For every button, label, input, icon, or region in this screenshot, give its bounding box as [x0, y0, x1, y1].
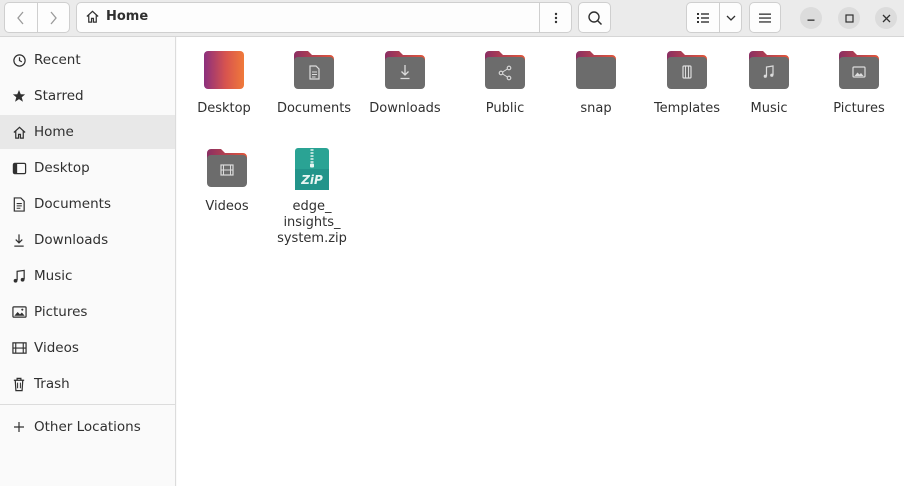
sidebar-item-home[interactable]: Home — [0, 115, 175, 149]
sidebar-item-label: Trash — [34, 376, 70, 392]
maximize-button[interactable] — [838, 7, 860, 29]
close-button[interactable] — [875, 7, 897, 29]
documents-folder-icon — [294, 51, 334, 89]
file-view: Desktop Documents Downloads Public snap … — [177, 37, 904, 486]
sidebar-item-downloads[interactable]: Downloads — [0, 223, 175, 257]
downloads-folder-icon — [385, 51, 425, 89]
file-item-music[interactable]: Music — [723, 49, 815, 117]
chevron-down-icon — [726, 15, 735, 21]
sidebar-item-other-locations[interactable]: Other Locations — [0, 410, 175, 444]
file-label: Videos — [205, 199, 249, 214]
search-icon — [587, 10, 602, 25]
sidebar-item-videos[interactable]: Videos — [0, 331, 175, 365]
document-icon — [11, 196, 27, 212]
home-icon — [11, 124, 27, 140]
location-title: Home — [106, 9, 149, 24]
home-icon — [86, 10, 99, 23]
plus-icon — [11, 419, 27, 435]
file-label: Documents — [276, 101, 352, 116]
file-item-edge-insights-zip[interactable]: ZiP edge_ insights_ system.zip — [266, 147, 358, 247]
file-label: Templates — [653, 101, 721, 116]
sidebar-item-documents[interactable]: Documents — [0, 187, 175, 221]
film-icon — [11, 340, 27, 356]
view-toggle-group — [686, 2, 742, 33]
sidebar-item-label: Videos — [34, 340, 79, 356]
file-label: Public — [485, 101, 525, 116]
breadcrumb[interactable]: Home — [85, 9, 148, 24]
zip-archive-icon: ZiP — [295, 148, 329, 190]
list-view-button[interactable] — [687, 3, 719, 32]
folder-icon — [576, 51, 616, 89]
sidebar-item-pictures[interactable]: Pictures — [0, 295, 175, 329]
header-bar: Home — [0, 0, 904, 37]
chevron-right-icon — [50, 11, 58, 24]
vertical-dots-icon — [554, 12, 557, 23]
forward-button[interactable] — [36, 3, 69, 32]
sidebar-item-label: Documents — [34, 196, 111, 212]
sidebar-item-label: Desktop — [34, 160, 90, 176]
sidebar-item-label: Starred — [34, 88, 84, 104]
sidebar-item-recent[interactable]: Recent — [0, 43, 175, 77]
minimize-icon — [807, 19, 815, 21]
file-item-pictures[interactable]: Pictures — [813, 49, 904, 117]
sidebar-item-label: Music — [34, 268, 73, 284]
clock-icon — [11, 52, 27, 68]
navigation-buttons — [4, 2, 70, 33]
minimize-button[interactable] — [800, 7, 822, 29]
file-item-public[interactable]: Public — [459, 49, 551, 117]
path-menu-button[interactable] — [539, 3, 571, 32]
chevron-left-icon — [17, 11, 24, 24]
file-item-snap[interactable]: snap — [550, 49, 642, 117]
sidebar-item-desktop[interactable]: Desktop — [0, 151, 175, 185]
sidebar-item-music[interactable]: Music — [0, 259, 175, 293]
sidebar-item-label: Recent — [34, 52, 81, 68]
templates-folder-icon — [667, 51, 707, 89]
file-item-documents[interactable]: Documents — [268, 49, 360, 117]
file-label: Downloads — [369, 101, 441, 116]
path-bar[interactable]: Home — [76, 2, 572, 33]
search-button[interactable] — [578, 2, 611, 33]
file-item-desktop[interactable]: Desktop — [178, 49, 270, 117]
file-label: Desktop — [197, 101, 251, 116]
file-label: Pictures — [833, 101, 885, 116]
pictures-folder-icon — [839, 51, 879, 89]
sidebar-item-label: Pictures — [34, 304, 88, 320]
sidebar-divider — [0, 404, 175, 405]
public-folder-icon — [485, 51, 525, 89]
sidebar: Recent Starred Home Desktop Documents Do… — [0, 37, 176, 486]
main-menu-button[interactable] — [749, 2, 781, 33]
download-icon — [11, 232, 27, 248]
file-label: edge_ insights_ system.zip — [277, 199, 347, 246]
file-item-templates[interactable]: Templates — [641, 49, 733, 117]
view-options-button[interactable] — [719, 3, 741, 32]
sidebar-item-trash[interactable]: Trash — [0, 367, 175, 401]
star-icon — [11, 88, 27, 104]
close-icon — [882, 14, 890, 22]
list-view-icon — [697, 12, 709, 23]
sidebar-item-label: Downloads — [34, 232, 109, 248]
trash-icon — [11, 376, 27, 392]
maximize-icon — [844, 13, 854, 23]
picture-icon — [11, 304, 27, 320]
file-label: snap — [580, 101, 612, 116]
sidebar-item-starred[interactable]: Starred — [0, 79, 175, 113]
hamburger-icon — [759, 13, 771, 23]
videos-folder-icon — [207, 149, 247, 187]
desktop-folder-icon — [204, 51, 244, 89]
file-label: Music — [750, 101, 788, 116]
file-item-videos[interactable]: Videos — [181, 147, 273, 215]
back-button[interactable] — [5, 3, 37, 32]
music-icon — [11, 268, 27, 284]
music-folder-icon — [749, 51, 789, 89]
sidebar-item-label: Home — [34, 124, 74, 140]
sidebar-item-label: Other Locations — [34, 419, 141, 435]
file-item-downloads[interactable]: Downloads — [359, 49, 451, 117]
desktop-icon — [11, 160, 27, 176]
zip-badge: ZiP — [300, 173, 323, 187]
